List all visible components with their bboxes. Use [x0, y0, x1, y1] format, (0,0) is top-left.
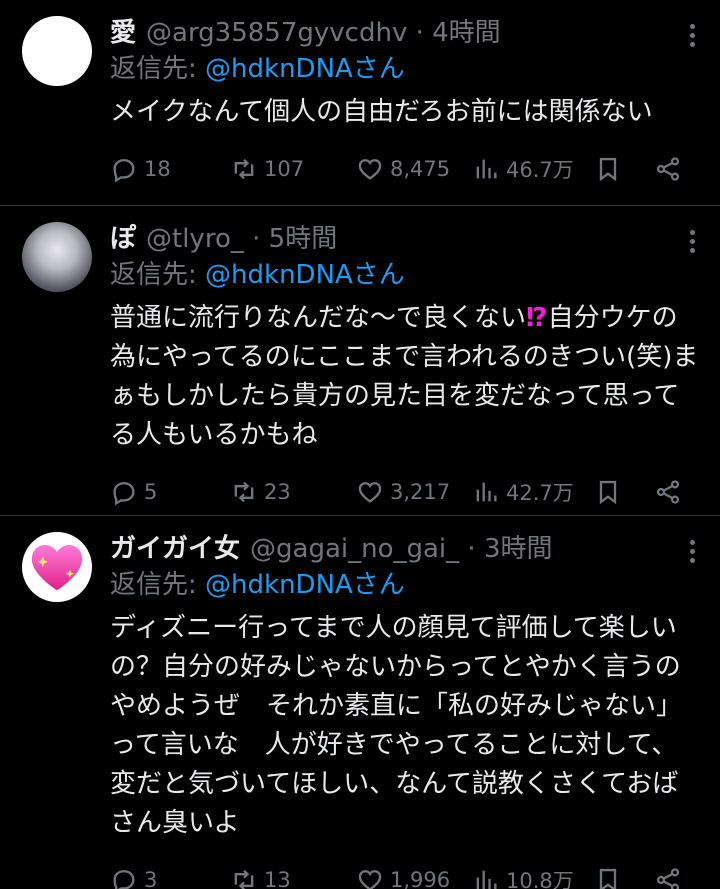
- view-count: 42.7万: [506, 481, 574, 505]
- interrobang-emoji: ⁉: [526, 303, 548, 333]
- views-icon: [476, 159, 497, 179]
- repost-icon: [234, 158, 254, 180]
- bookmark-icon: [599, 868, 617, 889]
- reply-header: ガイガイ女 @gagai_no_gai_ · 3時間: [110, 532, 700, 566]
- like-count: 8,475: [390, 157, 451, 181]
- reply-button[interactable]: 3: [110, 865, 157, 889]
- repost-button[interactable]: 13: [230, 865, 291, 889]
- heart-icon: [358, 870, 382, 889]
- separator-dot: ·: [243, 224, 269, 254]
- reply-count: 5: [144, 480, 158, 504]
- user-handle[interactable]: @arg35857gyvcdhv: [146, 16, 407, 50]
- heart-icon: [358, 159, 382, 180]
- more-icon[interactable]: [688, 24, 696, 52]
- bookmark-button[interactable]: [594, 865, 622, 889]
- avatar[interactable]: [22, 16, 92, 86]
- repost-count: 13: [264, 868, 291, 889]
- reply-icon: [113, 870, 135, 889]
- replying-to-link[interactable]: @hdknDNAさん: [205, 570, 405, 600]
- like-count: 3,217: [390, 480, 451, 504]
- replying-label: 返信先:: [110, 54, 206, 84]
- separator-dot: ·: [459, 534, 484, 564]
- repost-count: 23: [264, 480, 291, 504]
- like-button[interactable]: 8,475: [356, 154, 450, 184]
- replying-to-link[interactable]: @hdknDNAさん: [205, 260, 405, 290]
- action-bar: 18 107 8,475 46.7万: [110, 132, 700, 212]
- share-icon: [656, 480, 680, 504]
- views-icon: [476, 870, 497, 889]
- repost-icon: [234, 481, 254, 503]
- avatar[interactable]: [22, 222, 92, 292]
- repost-button[interactable]: 107: [230, 154, 304, 184]
- reply-header: ぽ @tlyro_ · 5時間: [110, 222, 700, 256]
- user-handle[interactable]: @tlyro_: [146, 222, 244, 256]
- timestamp[interactable]: 4時間: [432, 16, 501, 50]
- repost-button[interactable]: 23: [230, 477, 291, 507]
- timestamp[interactable]: 5時間: [269, 222, 338, 256]
- replying-to: 返信先: @hdknDNAさん: [110, 51, 700, 87]
- user-handle[interactable]: @gagai_no_gai_: [250, 532, 459, 566]
- reply-card[interactable]: 愛 @arg35857gyvcdhv · 4時間 返信先: @hdknDNAさん…: [0, 0, 720, 206]
- like-button[interactable]: 3,217: [356, 477, 450, 507]
- display-name[interactable]: ガイガイ女: [110, 532, 240, 566]
- reply-icon: [113, 482, 135, 506]
- avatar[interactable]: [22, 532, 92, 602]
- more-icon[interactable]: [688, 540, 696, 568]
- reply-count: 18: [144, 157, 171, 181]
- views-button[interactable]: 42.7万: [472, 477, 574, 507]
- reply-card[interactable]: ガイガイ女 @gagai_no_gai_ · 3時間 返信先: @hdknDNA…: [0, 516, 720, 889]
- share-button[interactable]: [654, 477, 682, 507]
- action-bar: 3 13 1,996 10.8万: [110, 843, 700, 889]
- sparkling-heart-icon: [31, 545, 83, 591]
- heart-icon: [358, 482, 382, 503]
- replying-label: 返信先:: [110, 260, 206, 290]
- bookmark-button[interactable]: [594, 477, 622, 507]
- repost-icon: [234, 869, 254, 889]
- share-icon: [656, 868, 680, 889]
- timestamp[interactable]: 3時間: [484, 532, 553, 566]
- view-count: 46.7万: [506, 158, 574, 182]
- display-name[interactable]: ぽ: [110, 222, 136, 256]
- bookmark-button[interactable]: [594, 154, 622, 184]
- reply-text-content: 普通に流行りなんだな〜で良くない: [110, 303, 527, 333]
- reply-count: 3: [144, 868, 158, 889]
- reply-text: 普通に流行りなんだな〜で良くない⁉自分ウケの為にやってるのにここまで言われるのき…: [110, 299, 700, 455]
- views-button[interactable]: 46.7万: [472, 154, 574, 184]
- reply-header: 愛 @arg35857gyvcdhv · 4時間: [110, 16, 700, 50]
- share-button[interactable]: [654, 154, 682, 184]
- like-button[interactable]: 1,996: [356, 865, 450, 889]
- replying-to: 返信先: @hdknDNAさん: [110, 257, 700, 293]
- views-button[interactable]: 10.8万: [472, 865, 574, 889]
- separator-dot: ·: [407, 18, 433, 48]
- reply-button[interactable]: 18: [110, 154, 171, 184]
- display-name[interactable]: 愛: [110, 16, 136, 50]
- reply-text: ディズニー行ってまで人の顔見て評価して楽しいの？自分の好みじゃないからってとやか…: [110, 609, 700, 843]
- views-icon: [476, 482, 497, 502]
- reply-card[interactable]: ぽ @tlyro_ · 5時間 返信先: @hdknDNAさん 普通に流行りなん…: [0, 206, 720, 516]
- more-icon[interactable]: [688, 230, 696, 258]
- share-icon: [656, 157, 680, 181]
- replying-label: 返信先:: [110, 570, 206, 600]
- replying-to: 返信先: @hdknDNAさん: [110, 567, 700, 603]
- bookmark-icon: [599, 480, 617, 505]
- repost-count: 107: [264, 157, 305, 181]
- reply-icon: [113, 159, 135, 183]
- reply-text-content: メイクなんて個人の自由だろお前には関係ない: [110, 97, 653, 127]
- reply-text: メイクなんて個人の自由だろお前には関係ない: [110, 93, 700, 132]
- reply-button[interactable]: 5: [110, 477, 157, 507]
- like-count: 1,996: [390, 868, 451, 889]
- replying-to-link[interactable]: @hdknDNAさん: [205, 54, 405, 84]
- share-button[interactable]: [654, 865, 682, 889]
- view-count: 10.8万: [506, 869, 574, 889]
- reply-text-content: ディズニー行ってまで人の顔見て評価して楽しいの？自分の好みじゃないからってとやか…: [110, 613, 683, 838]
- bookmark-icon: [599, 157, 617, 182]
